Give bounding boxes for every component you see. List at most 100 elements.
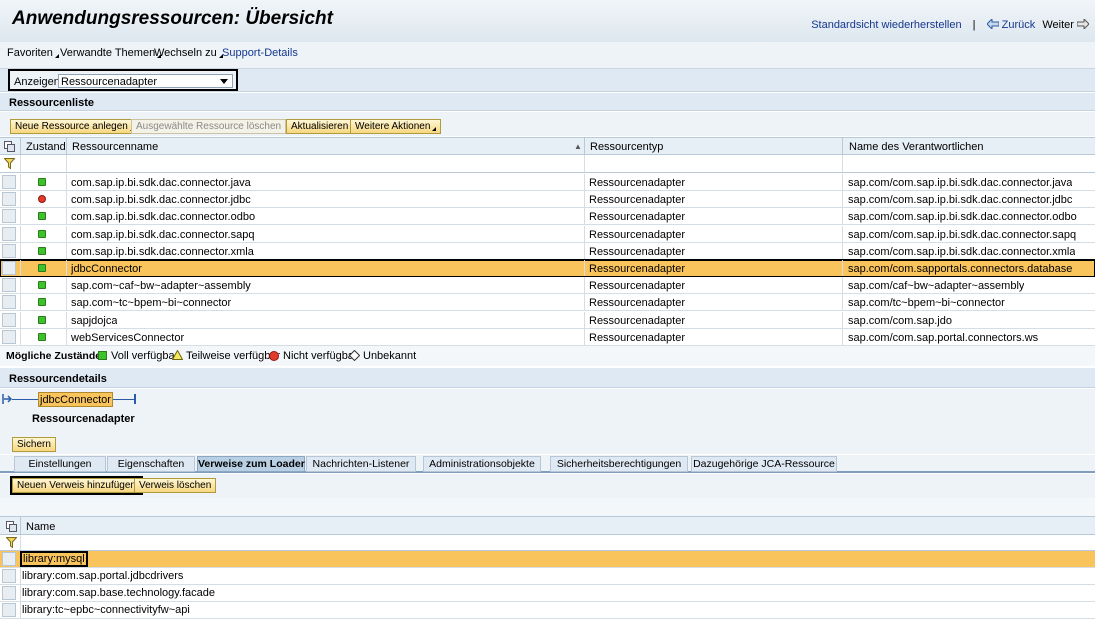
table-row[interactable]: webServicesConnector Ressourcenadapter sap… (0, 328, 1095, 346)
resource-name: sapjdojca (71, 314, 118, 327)
show-dropdown[interactable]: Ressourcenadapter (58, 74, 233, 88)
row-selector[interactable] (2, 312, 16, 327)
status-available-icon (38, 264, 46, 272)
resource-type: Ressourcenadapter (589, 194, 686, 207)
save-button[interactable]: Sichern (12, 437, 56, 452)
new-resource-button[interactable]: Neue Ressource anlegen (10, 119, 139, 134)
more-actions-button[interactable]: Weitere Aktionen (350, 119, 442, 134)
filter-icon[interactable] (4, 158, 15, 169)
column-resource-name[interactable]: Ressourcenname (72, 141, 158, 153)
tab-administrationsobjekte[interactable]: Administrationsobjekte (423, 456, 541, 472)
table-row[interactable]: com.sap.ip.bi.sdk.dac.connector.odbo Ress… (0, 208, 1095, 226)
column-resource-type[interactable]: Ressourcentyp (590, 141, 663, 153)
table-row[interactable]: com.sap.ip.bi.sdk.dac.connector.jdbc Ress… (0, 191, 1095, 209)
reference-name: library:com.sap.portal.jdbcdrivers (22, 570, 184, 582)
dropdown-icon (432, 127, 437, 131)
back-link[interactable]: Zurück (986, 19, 1039, 31)
legend-label: Mögliche Zustände: (6, 350, 105, 362)
page-title: Anwendungsressourcen: Übersicht (12, 8, 333, 29)
resource-owner: sap.com/com.sap.ip.bi.sdk.dac.connector.… (848, 211, 1077, 224)
column-owner[interactable]: Name des Verantwortlichen (849, 141, 984, 153)
table-settings-icon[interactable] (6, 521, 17, 532)
resource-list-title: Ressourcenliste (9, 97, 94, 109)
resource-owner: sap.com/tc~bpem~bi~connector (848, 297, 1005, 310)
row-selector[interactable] (2, 569, 16, 583)
row-selector[interactable] (2, 192, 16, 207)
available-icon (98, 351, 107, 360)
resource-type: Ressourcenadapter (589, 228, 686, 241)
forward-link[interactable]: Weiter (1042, 19, 1089, 31)
list-item[interactable]: library:tc~epbc~connectivityfw~api (0, 602, 1095, 619)
column-state[interactable]: Zustand (26, 141, 66, 153)
resource-name: com.sap.ip.bi.sdk.dac.connector.java (71, 177, 251, 189)
table-row[interactable]: sap.com~tc~bpem~bi~connector Ressourcenad… (0, 294, 1095, 312)
menu-switch-to[interactable]: Wechseln zu (154, 47, 223, 59)
row-selector[interactable] (2, 329, 16, 344)
filter-row (0, 155, 1095, 173)
resource-owner: sap.com/com.sap.ip.bi.sdk.dac.connector.… (848, 177, 1073, 189)
table-row[interactable]: com.sap.ip.bi.sdk.dac.connector.sapq Ress… (0, 225, 1095, 243)
resource-owner: sap.com/com.sap.portal.connectors.ws (848, 331, 1039, 344)
row-selector[interactable] (2, 278, 16, 293)
legend-none: Nicht verfügbar (283, 350, 358, 362)
tab-verweise-zum-loader[interactable]: Verweise zum Loader (197, 456, 305, 472)
sort-ascending-icon[interactable]: ▲ (574, 142, 582, 151)
row-selector[interactable] (2, 261, 16, 275)
details-title: Ressourcendetails (9, 373, 107, 385)
tab-eigenschaften[interactable]: Eigenschaften (107, 456, 195, 472)
header-nav: Standardsicht wiederherstellen | Zurück … (811, 19, 1089, 31)
status-available-icon (38, 178, 46, 186)
resource-name: webServicesConnector (71, 331, 185, 344)
delete-resource-button[interactable]: Ausgewählte Ressource löschen (131, 119, 287, 134)
table-row[interactable]: com.sap.ip.bi.sdk.dac.connector.java Ress… (0, 174, 1095, 191)
save-bar (0, 434, 1095, 454)
row-selector[interactable] (2, 243, 16, 258)
tab-sicherheitsberechtigungen[interactable]: Sicherheitsberechtigungen (550, 456, 688, 472)
resource-owner: sap.com/com.sap.ip.bi.sdk.dac.connector.… (848, 228, 1077, 241)
list-item[interactable]: library:com.sap.portal.jdbcdrivers (0, 568, 1095, 585)
list-item[interactable]: library:mysql (0, 551, 1095, 568)
refresh-button[interactable]: Aktualisieren (286, 119, 354, 134)
add-reference-button[interactable]: Neuen Verweis hinzufügen (10, 476, 143, 495)
menu-related-topics[interactable]: Verwandte Themen (60, 47, 162, 59)
status-available-icon (38, 281, 46, 290)
breadcrumb-node[interactable]: jdbcConnector (38, 392, 113, 407)
row-selector[interactable] (2, 209, 16, 224)
column-name[interactable]: Name (26, 521, 55, 533)
row-selector[interactable] (2, 586, 16, 600)
header-separator: | (972, 19, 976, 31)
unknown-diamond-icon (349, 350, 360, 361)
tab-dazugeh-rige-jca-ressource[interactable]: Dazugehörige JCA-Ressource (691, 456, 837, 472)
reference-name: library:tc~epbc~connectivityfw~api (22, 604, 190, 616)
filter-icon[interactable] (6, 537, 17, 548)
table-row[interactable]: sap.com~caf~bw~adapter~assembly Ressource… (0, 277, 1095, 295)
legend-full: Voll verfügbar (111, 350, 179, 362)
list-item[interactable]: library:com.sap.base.technology.facade (0, 585, 1095, 602)
tab-einstellungen[interactable]: Einstellungen (14, 456, 106, 472)
details-subtitle: Ressourcenadapter (32, 413, 135, 425)
row-selector[interactable] (2, 226, 16, 241)
support-details-link[interactable]: Support-Details (222, 47, 298, 59)
table-settings-icon[interactable] (4, 141, 15, 152)
restore-default-view-link[interactable]: Standardsicht wiederherstellen (811, 19, 961, 31)
table-row[interactable]: jdbcConnector Ressourcenadapter sap.com/co… (0, 259, 1095, 278)
resource-name: com.sap.ip.bi.sdk.dac.connector.xmla (71, 245, 254, 258)
resource-name: sap.com~tc~bpem~bi~connector (71, 297, 232, 310)
table-row[interactable]: sapjdojca Ressourcenadapter sap.com/com.sa… (0, 311, 1095, 329)
resource-owner: sap.com/com.sap.jdo (848, 314, 952, 327)
row-selector[interactable] (2, 603, 16, 617)
resource-type: Ressourcenadapter (589, 177, 686, 189)
menu-favorites[interactable]: Favoriten (7, 47, 59, 59)
status-unavailable-icon (38, 195, 46, 204)
row-selector[interactable] (2, 552, 16, 566)
resource-name: com.sap.ip.bi.sdk.dac.connector.odbo (71, 211, 256, 224)
delete-reference-button[interactable]: Verweis löschen (134, 478, 217, 493)
row-selector[interactable] (2, 295, 16, 310)
row-selector[interactable] (2, 175, 16, 189)
path-end-icon (134, 394, 136, 404)
table-row[interactable]: com.sap.ip.bi.sdk.dac.connector.xmla Ress… (0, 242, 1095, 260)
resource-type: Ressourcenadapter (589, 211, 686, 224)
status-available-icon (38, 212, 46, 221)
tab-nachrichten-listener[interactable]: Nachrichten-Listener (306, 456, 416, 472)
unavailable-icon (269, 351, 279, 361)
